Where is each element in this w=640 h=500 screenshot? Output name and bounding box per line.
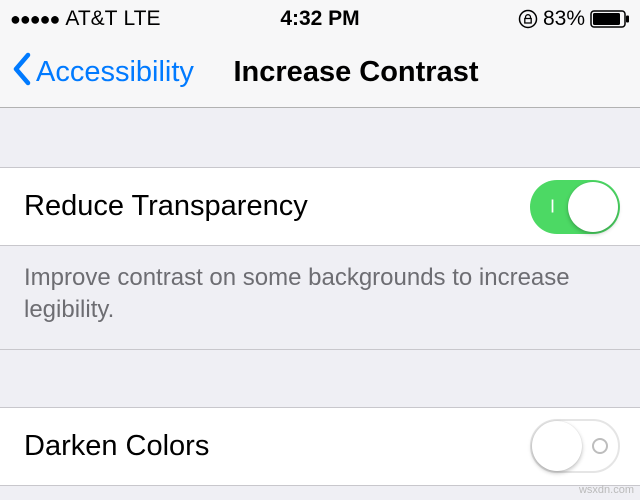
carrier-label: AT&T bbox=[65, 7, 117, 31]
network-label: LTE bbox=[124, 7, 161, 31]
battery-percent-label: 83% bbox=[543, 7, 585, 31]
reduce-transparency-row: Reduce Transparency I bbox=[0, 168, 640, 246]
page-title: Increase Contrast bbox=[234, 56, 479, 89]
switch-knob-icon bbox=[568, 182, 618, 232]
signal-strength-icon: ●●●●● bbox=[10, 9, 59, 30]
darken-colors-label: Darken Colors bbox=[24, 430, 209, 463]
status-right: 83% bbox=[518, 7, 630, 31]
orientation-lock-icon bbox=[518, 9, 538, 29]
reduce-transparency-label: Reduce Transparency bbox=[24, 190, 308, 223]
darken-colors-row: Darken Colors bbox=[0, 408, 640, 486]
status-left: ●●●●● AT&T LTE bbox=[10, 7, 160, 31]
switch-off-indicator-icon bbox=[592, 438, 608, 454]
reduce-transparency-footer: Improve contrast on some backgrounds to … bbox=[0, 246, 640, 350]
battery-icon bbox=[590, 10, 630, 28]
content-area: Reduce Transparency I Improve contrast o… bbox=[0, 108, 640, 486]
chevron-left-icon bbox=[12, 52, 32, 94]
watermark: wsxdn.com bbox=[579, 484, 634, 496]
back-label: Accessibility bbox=[36, 56, 194, 89]
back-button[interactable]: Accessibility bbox=[12, 52, 194, 94]
navigation-bar: Accessibility Increase Contrast bbox=[0, 38, 640, 108]
darken-colors-toggle[interactable] bbox=[530, 419, 620, 473]
switch-knob-icon bbox=[532, 421, 582, 471]
clock-label: 4:32 PM bbox=[280, 7, 359, 31]
reduce-transparency-toggle[interactable]: I bbox=[530, 180, 620, 234]
section-spacer bbox=[0, 350, 640, 408]
status-bar: ●●●●● AT&T LTE 4:32 PM 83% bbox=[0, 0, 640, 38]
section-spacer bbox=[0, 108, 640, 168]
switch-on-indicator-icon: I bbox=[550, 196, 555, 217]
